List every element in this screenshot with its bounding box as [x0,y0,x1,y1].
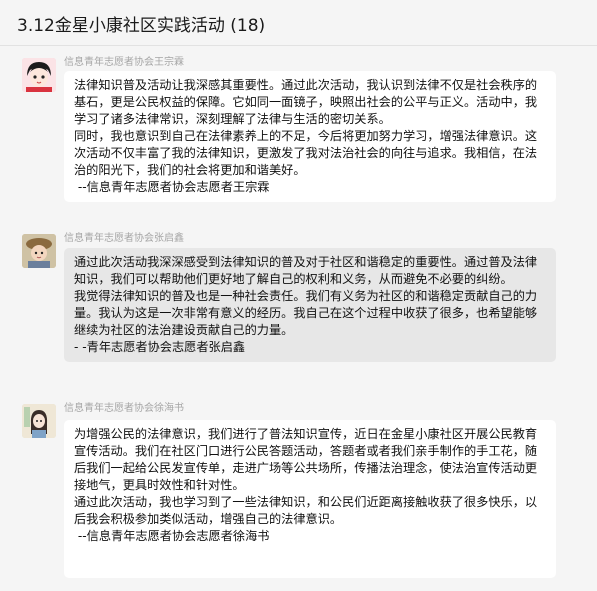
message-paragraph: 通过此次活动我深深感受到法律知识的普及对于社区和谐稳定的重要性。通过普及法律知识… [74,255,538,286]
sender-name: 信息青年志愿者协会王宗霖 [64,57,184,68]
message-signature: --信息青年志愿者协会志愿者徐海书 [74,529,270,543]
message-bubble[interactable]: 为增强公民的法律意识，我们进行了普法知识宣传，近日在金星小康社区开展公民教育宣传… [64,420,556,578]
child-hat-avatar-icon [22,234,56,268]
anime-avatar-icon [22,58,56,92]
sender-name: 信息青年志愿者协会张启鑫 [64,233,184,244]
sender-name: 信息青年志愿者协会徐海书 [64,403,184,414]
message-signature: - -青年志愿者协会志愿者张启鑫 [74,340,246,354]
message-paragraph: 通过此次活动，我也学习到了一些法律知识，和公民们近距离接触收获了很多快乐，以后我… [74,495,538,526]
message-bubble[interactable]: 通过此次活动我深深感受到法律知识的普及对于社区和谐稳定的重要性。通过普及法律知识… [64,248,556,362]
avatar[interactable] [22,58,56,92]
chat-title: 3.12金星小康社区实践活动 (18) [17,16,266,36]
message-bubble[interactable]: 法律知识普及活动让我深感其重要性。通过此次活动，我认识到法律不仅是社会秩序的基石… [64,71,556,202]
avatar[interactable] [22,404,56,438]
message-signature: --信息青年志愿者协会志愿者王宗霖 [74,180,270,194]
anime-girl-avatar-icon [22,404,56,438]
message-paragraph: 法律知识普及活动让我深感其重要性。通过此次活动，我认识到法律不仅是社会秩序的基石… [74,78,538,126]
message-paragraph: 为增强公民的法律意识，我们进行了普法知识宣传，近日在金星小康社区开展公民教育宣传… [74,427,538,492]
avatar[interactable] [22,234,56,268]
message-paragraph: 同时，我也意识到自己在法律素养上的不足，今后将更加努力学习，增强法律意识。这次活… [74,129,538,177]
chat-header: 3.12金星小康社区实践活动 (18) [0,0,597,46]
message-paragraph: 我觉得法律知识的普及也是一种社会责任。我们有义务为社区的和谐稳定贡献自己的力量。… [74,289,538,337]
